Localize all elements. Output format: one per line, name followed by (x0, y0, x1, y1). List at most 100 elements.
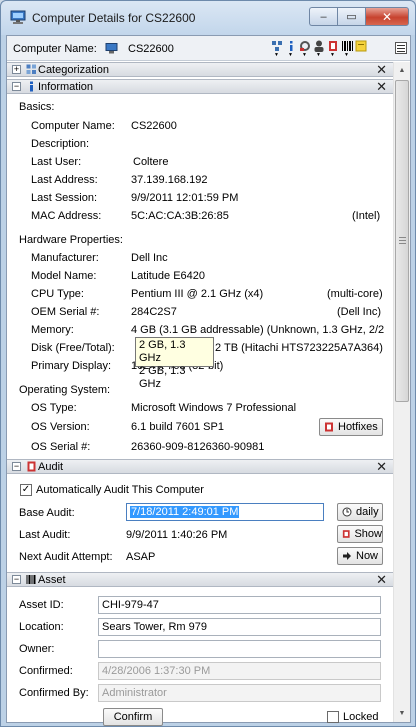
daily-button-label: daily (356, 506, 379, 518)
last-audit-value: 9/9/2011 1:40:26 PM (126, 529, 228, 541)
toolbar-computer-name: CS22600 (128, 43, 174, 55)
daily-button[interactable]: daily (337, 503, 383, 521)
section-asset-header[interactable]: − Asset ✕ (7, 572, 393, 587)
owner-input[interactable] (98, 640, 381, 658)
memory-value: 4 GB (3.1 GB addressable) (Unknown, 1.3 … (131, 324, 387, 336)
computer-name-label: Computer Name: (31, 120, 115, 132)
hotfixes-button[interactable]: Hotfixes (319, 418, 383, 436)
scroll-up-arrow[interactable]: ▲ (394, 62, 410, 79)
last-session-label: Last Session: (31, 192, 98, 204)
close-section-button[interactable]: ✕ (376, 572, 387, 588)
computer-icon (10, 10, 26, 24)
expand-toggle[interactable]: + (12, 65, 21, 74)
os-heading: Operating System: (19, 384, 111, 396)
section-title: Audit (38, 461, 64, 473)
maximize-button[interactable]: ▭ (337, 7, 365, 26)
confirmed-label: Confirmed: (19, 665, 73, 677)
oem-serial-value: 284C2S7 (131, 306, 177, 318)
asset-id-input[interactable]: CHI-979-47 (98, 596, 381, 614)
arrow-right-icon (343, 552, 351, 560)
vertical-scrollbar[interactable]: ▲ ▼ (393, 62, 410, 722)
clock-icon (342, 507, 352, 517)
computer-icon (105, 43, 118, 54)
oem-note: (Dell Inc) (337, 306, 382, 318)
last-address-value: 37.139.168.192 (131, 174, 208, 186)
hardware-heading: Hardware Properties: (19, 234, 123, 246)
section-audit-header[interactable]: − Audit ✕ (7, 459, 393, 474)
section-title: Information (38, 81, 94, 93)
window-controls: – ▭ ✕ (309, 7, 409, 26)
section-categorization-header[interactable]: + Categorization ✕ (7, 62, 393, 77)
base-audit-label: Base Audit: (19, 507, 75, 519)
mac-address-label: MAC Address: (31, 210, 102, 222)
scroll-down-arrow[interactable]: ▼ (394, 705, 410, 722)
auto-audit-checkbox[interactable]: ✓ (20, 484, 32, 496)
computer-name-value: CS22600 (131, 120, 177, 132)
locked-checkbox[interactable] (327, 711, 339, 723)
last-user-label: Last User: (31, 156, 82, 168)
barcode-icon[interactable]: ▼ (341, 39, 353, 58)
mac-address-value: 5C:AC:CA:3B:26:85 (131, 210, 229, 222)
os-type-label: OS Type: (31, 402, 77, 414)
audit-icon (342, 530, 350, 538)
barcode-icon (26, 575, 36, 584)
close-button[interactable]: ✕ (365, 7, 409, 26)
collapse-toggle[interactable]: − (12, 575, 21, 584)
collapse-toggle[interactable]: − (12, 462, 21, 471)
next-audit-value: ASAP (126, 551, 156, 563)
section-information-header[interactable]: − Information ✕ (7, 79, 393, 94)
show-button-label: Show (354, 528, 382, 540)
title-bar[interactable]: Computer Details for CS22600 – ▭ ✕ (1, 1, 415, 35)
list-icon[interactable] (395, 42, 407, 54)
client-area: Computer Name: CS22600 ▼ ▼ ▼ ▼ ▼ ▼ + Cat… (6, 35, 411, 726)
show-button[interactable]: Show (337, 525, 383, 543)
user-icon[interactable]: ▼ (313, 39, 325, 58)
memory-tooltip: 2 GB, 1.3 GHz 2 GB, 1.3 GHz (135, 337, 214, 390)
hotfixes-button-label: Hotfixes (338, 421, 378, 433)
info-icon[interactable]: ▼ (285, 39, 297, 58)
location-input[interactable]: Sears Tower, Rm 979 (98, 618, 381, 636)
close-section-button[interactable]: ✕ (376, 459, 387, 475)
section-title: Categorization (38, 64, 109, 76)
tooltip-line: 2 GB, 1.3 GHz (139, 365, 186, 390)
toolbar-icons: ▼ ▼ ▼ ▼ ▼ ▼ (271, 39, 367, 58)
oem-serial-label: OEM Serial #: (31, 306, 100, 318)
categorization-icon (26, 64, 36, 74)
os-version-label: OS Version: (31, 421, 90, 433)
last-session-value: 9/9/2011 12:01:59 PM (131, 192, 239, 204)
collapse-toggle[interactable]: − (12, 82, 21, 91)
computer-details-window: Computer Details for CS22600 – ▭ ✕ Compu… (0, 0, 416, 727)
window-title: Computer Details for CS22600 (32, 11, 196, 25)
audit-icon (325, 422, 333, 432)
tools-icon[interactable]: ▼ (299, 39, 311, 58)
confirmed-by-input: Administrator (98, 684, 381, 702)
cpu-note: (multi-core) (327, 288, 383, 300)
note-icon[interactable] (355, 39, 367, 57)
confirm-button-label: Confirm (113, 711, 153, 723)
base-audit-input[interactable]: 7/18/2011 2:49:01 PM (126, 503, 324, 521)
last-user-value: Coltere (133, 156, 169, 168)
next-audit-label: Next Audit Attempt: (19, 551, 113, 563)
disk-value: 2 TB (Hitachi HTS723225A7A364) (215, 342, 383, 354)
now-button[interactable]: Now (337, 547, 383, 565)
toolbar: Computer Name: CS22600 ▼ ▼ ▼ ▼ ▼ ▼ (7, 36, 410, 61)
last-address-label: Last Address: (31, 174, 98, 186)
minimize-button[interactable]: – (309, 7, 337, 26)
confirm-button[interactable]: Confirm (103, 708, 163, 726)
manufacturer-label: Manufacturer: (31, 252, 99, 264)
os-serial-value: 26360-909-8126360-90981 (131, 441, 265, 453)
close-section-button[interactable]: ✕ (376, 62, 387, 78)
locked-label: Locked (343, 711, 379, 723)
now-button-label: Now (356, 550, 379, 562)
confirmed-by-label: Confirmed By: (19, 687, 89, 699)
close-section-button[interactable]: ✕ (376, 79, 387, 95)
network-icon[interactable]: ▼ (271, 39, 283, 58)
cpu-value: Pentium III @ 2.1 GHz (x4) (131, 288, 264, 300)
scroll-thumb[interactable] (395, 80, 409, 402)
description-label: Description: (31, 138, 90, 150)
basics-heading: Basics: (19, 101, 55, 113)
os-type-value: Microsoft Windows 7 Professional (131, 402, 297, 414)
base-audit-value: 7/18/2011 2:49:01 PM (130, 506, 240, 518)
audit-icon[interactable]: ▼ (327, 39, 339, 58)
audit-icon (27, 461, 36, 472)
